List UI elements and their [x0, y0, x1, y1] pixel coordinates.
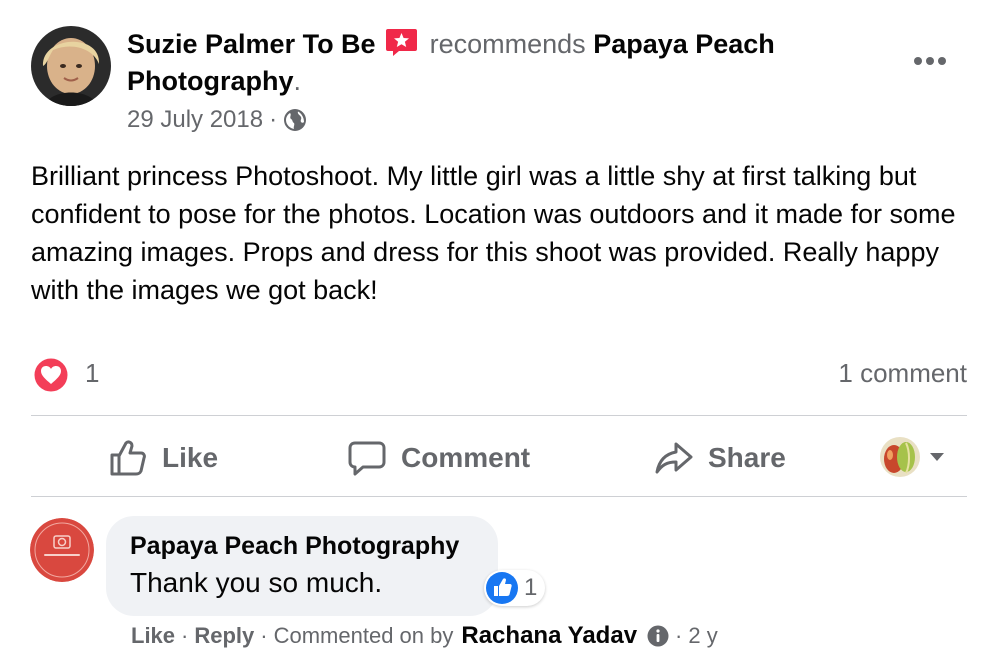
post-meta: 29 July 2018 · [127, 106, 307, 134]
like-button[interactable]: Like [108, 436, 218, 480]
footer-separator: · [260, 623, 268, 648]
comment-reaction-badge[interactable]: 1 [484, 570, 546, 606]
share-button[interactable]: Share [654, 436, 786, 480]
comment-footer: Like · Reply · Commented on by Rachana Y… [131, 622, 718, 650]
commented-by-name[interactable]: Rachana Yadav [461, 622, 637, 650]
meta-separator: · [269, 106, 278, 133]
post-card: Suzie Palmer To Be recommends Papaya Pea… [0, 0, 1000, 658]
info-icon[interactable] [647, 625, 669, 647]
profile-thumbnail [880, 437, 920, 477]
reactions-summary: 1 1 comment [31, 356, 967, 394]
author-name[interactable]: Suzie Palmer To Be [127, 29, 376, 59]
comment-icon [348, 441, 386, 476]
comment-bubble: Papaya Peach Photography Thank you so mu… [106, 516, 498, 616]
divider [31, 496, 967, 497]
post-header: Suzie Palmer To Be recommends Papaya Pea… [127, 26, 867, 100]
globe-icon[interactable] [283, 108, 307, 132]
comment-label: Comment [401, 442, 531, 473]
thumbs-up-icon [486, 572, 518, 604]
comment-age[interactable]: 2 y [688, 623, 717, 649]
commenter-name[interactable]: Papaya Peach Photography [130, 530, 474, 562]
post-date[interactable]: 29 July 2018 [127, 106, 263, 134]
footer-separator: · [675, 623, 683, 648]
comment-reply-link[interactable]: Reply [194, 623, 254, 649]
divider [31, 415, 967, 416]
comment-like-link[interactable]: Like [131, 623, 175, 649]
chevron-down-icon [930, 453, 944, 461]
recommends-text: recommends [429, 29, 586, 59]
reaction-count[interactable]: 1 [85, 358, 99, 389]
reaction-profile-selector[interactable] [880, 437, 944, 477]
title-period: . [293, 66, 302, 96]
comment-reaction-count: 1 [524, 574, 538, 601]
recommendation-icon [385, 27, 418, 57]
author-avatar[interactable] [31, 26, 111, 106]
commented-on-by-text: Commented on by [273, 623, 454, 648]
more-options-icon[interactable] [913, 54, 947, 68]
post-title: Suzie Palmer To Be recommends Papaya Pea… [127, 26, 867, 100]
heart-icon[interactable] [33, 357, 69, 393]
commenter-avatar[interactable] [30, 518, 94, 582]
like-label: Like [162, 442, 219, 473]
footer-separator: · [181, 623, 189, 648]
comment-count-link[interactable]: 1 comment [838, 358, 967, 389]
comment-text: Thank you so much. [130, 567, 383, 598]
thumbs-up-icon [110, 440, 146, 476]
post-body-text: Brilliant princess Photoshoot. My little… [31, 161, 956, 305]
share-icon [655, 442, 693, 474]
share-label: Share [708, 442, 786, 473]
comment-button[interactable]: Comment [347, 436, 530, 480]
